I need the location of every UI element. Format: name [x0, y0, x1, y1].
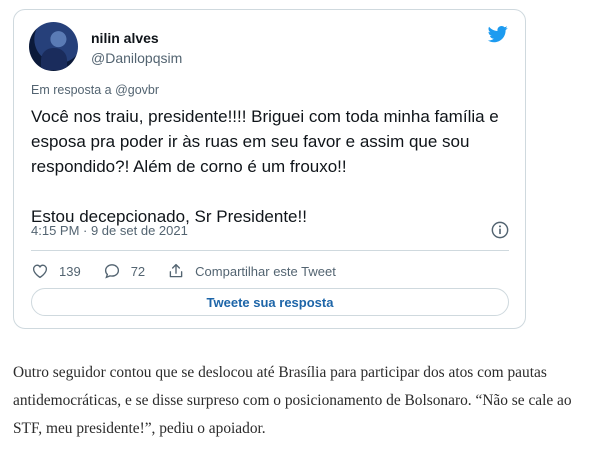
like-count: 139	[59, 263, 81, 279]
author-handle[interactable]: @Danilopqsim	[91, 50, 182, 66]
reply-count: 72	[130, 263, 146, 279]
share-label: Compartilhar este Tweet	[195, 263, 336, 279]
article-paragraph: Outro seguidor contou que se deslocou at…	[13, 364, 572, 437]
info-icon[interactable]	[491, 221, 509, 239]
reply-button[interactable]: Tweete sua resposta	[31, 288, 509, 316]
divider	[31, 250, 509, 251]
share-arrow-icon	[169, 263, 183, 278]
like-button[interactable]: 139	[31, 262, 81, 280]
share-button[interactable]: Compartilhar este Tweet	[167, 262, 336, 280]
tweet-paragraph: Você nos traiu, presidente!!!! Briguei c…	[31, 107, 499, 176]
author-name[interactable]: nilin alves	[91, 30, 159, 46]
tweet-text: Você nos traiu, presidente!!!! Briguei c…	[31, 104, 516, 229]
embedded-tweet: nilin alves @Danilopqsim Em resposta a @…	[13, 9, 526, 329]
speech-bubble-icon	[104, 264, 119, 279]
twitter-bird-icon[interactable]	[487, 24, 509, 44]
avatar[interactable]	[29, 22, 78, 71]
tweet-actions: 139 72 Compartilhar este Tweet	[31, 260, 358, 282]
tweet-timestamp[interactable]: 4:15 PM · 9 de set de 2021	[31, 223, 188, 238]
reply-count-button[interactable]: 72	[103, 262, 145, 280]
reply-context[interactable]: Em resposta a @govbr	[31, 83, 159, 97]
heart-icon	[32, 264, 48, 279]
